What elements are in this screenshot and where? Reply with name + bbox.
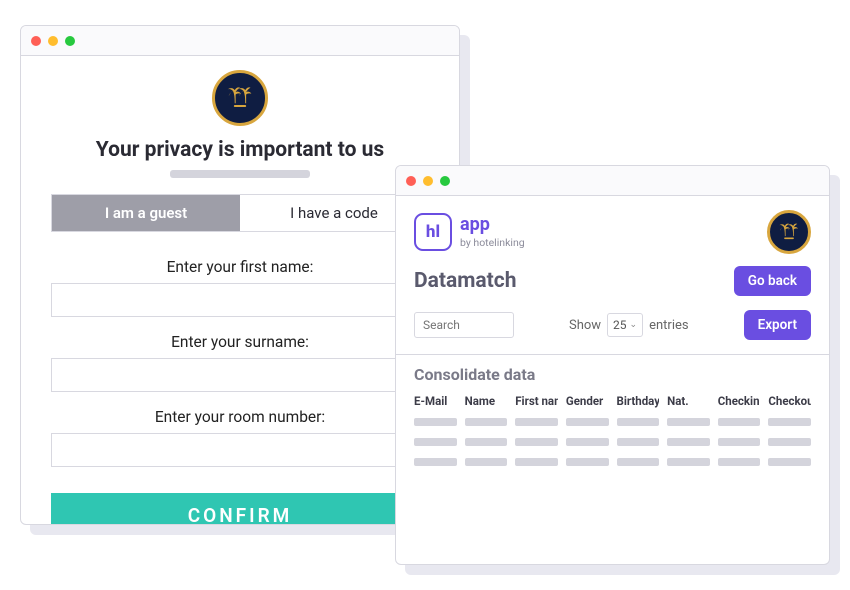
auth-tabs: I am a guest I have a code xyxy=(51,194,429,232)
cell-placeholder xyxy=(768,418,811,426)
cell-placeholder xyxy=(465,438,508,446)
go-back-button[interactable]: Go back xyxy=(734,266,811,296)
cell-placeholder xyxy=(617,458,660,466)
label-room: Enter your room number: xyxy=(51,408,429,426)
minimize-icon[interactable] xyxy=(48,36,58,46)
close-icon[interactable] xyxy=(31,36,41,46)
app-brand: hl app by hotelinking xyxy=(414,213,525,251)
entries-label: entries xyxy=(649,318,689,333)
cell-placeholder xyxy=(667,458,710,466)
datamatch-window: hl app by hotelinking Datamatch Go back xyxy=(395,165,830,565)
cell-placeholder xyxy=(515,418,558,426)
cell-placeholder xyxy=(667,418,710,426)
table-header: E-Mail Name First name Gender Birthday N… xyxy=(414,394,811,408)
entries-control: Show 25 ⌄ entries xyxy=(569,313,689,337)
app-byline: by hotelinking xyxy=(460,236,525,249)
room-number-field[interactable] xyxy=(51,433,429,467)
cell-placeholder xyxy=(465,458,508,466)
label-surname: Enter your surname: xyxy=(51,333,429,351)
cell-placeholder xyxy=(566,458,609,466)
cell-placeholder xyxy=(718,438,761,446)
cell-placeholder xyxy=(566,438,609,446)
cell-placeholder xyxy=(414,418,457,426)
col-checkin[interactable]: Checkin xyxy=(718,394,761,408)
cell-placeholder xyxy=(414,458,457,466)
table-row[interactable] xyxy=(414,458,811,466)
guest-form: Enter your first name: Enter your surnam… xyxy=(51,242,429,525)
data-table: E-Mail Name First name Gender Birthday N… xyxy=(414,394,811,466)
cell-placeholder xyxy=(515,458,558,466)
col-checkout[interactable]: Checkout xyxy=(768,394,811,408)
hotel-logo xyxy=(767,210,811,254)
entries-value: 25 xyxy=(613,318,627,332)
surname-field[interactable] xyxy=(51,358,429,392)
first-name-field[interactable] xyxy=(51,283,429,317)
col-name[interactable]: Name xyxy=(465,394,508,408)
window-titlebar xyxy=(396,166,829,196)
consolidate-heading: Consolidate data xyxy=(414,365,811,384)
tab-guest[interactable]: I am a guest xyxy=(52,195,240,231)
cell-placeholder xyxy=(617,438,660,446)
search-input[interactable] xyxy=(414,312,514,338)
cell-placeholder xyxy=(718,458,761,466)
col-firstname[interactable]: First name xyxy=(515,394,558,408)
minimize-icon[interactable] xyxy=(423,176,433,186)
col-nat[interactable]: Nat. xyxy=(667,394,710,408)
divider xyxy=(396,354,829,355)
cell-placeholder xyxy=(414,438,457,446)
close-icon[interactable] xyxy=(406,176,416,186)
guest-form-window: Your privacy is important to us I am a g… xyxy=(20,25,460,525)
confirm-button[interactable]: CONFIRM xyxy=(51,493,429,525)
chevron-down-icon: ⌄ xyxy=(630,320,638,330)
show-label: Show xyxy=(569,318,601,333)
maximize-icon[interactable] xyxy=(65,36,75,46)
cell-placeholder xyxy=(768,458,811,466)
maximize-icon[interactable] xyxy=(440,176,450,186)
page-title: Your privacy is important to us xyxy=(96,138,384,162)
subtitle-placeholder xyxy=(170,170,310,178)
col-birthday[interactable]: Birthday xyxy=(617,394,660,408)
cell-placeholder xyxy=(515,438,558,446)
hotel-logo xyxy=(212,70,268,126)
label-first-name: Enter your first name: xyxy=(51,258,429,276)
cell-placeholder xyxy=(768,438,811,446)
cell-placeholder xyxy=(566,418,609,426)
cell-placeholder xyxy=(718,418,761,426)
table-row[interactable] xyxy=(414,418,811,426)
cell-placeholder xyxy=(667,438,710,446)
entries-select[interactable]: 25 ⌄ xyxy=(607,313,643,337)
palm-tree-icon xyxy=(778,221,800,243)
window-titlebar xyxy=(21,26,459,56)
col-gender[interactable]: Gender xyxy=(566,394,609,408)
section-title: Datamatch xyxy=(414,269,516,293)
table-row[interactable] xyxy=(414,438,811,446)
palm-tree-icon xyxy=(226,84,254,112)
export-button[interactable]: Export xyxy=(744,310,811,340)
app-name: app xyxy=(460,216,525,234)
col-email[interactable]: E-Mail xyxy=(414,394,457,408)
app-logo-icon: hl xyxy=(414,213,452,251)
cell-placeholder xyxy=(617,418,660,426)
cell-placeholder xyxy=(465,418,508,426)
